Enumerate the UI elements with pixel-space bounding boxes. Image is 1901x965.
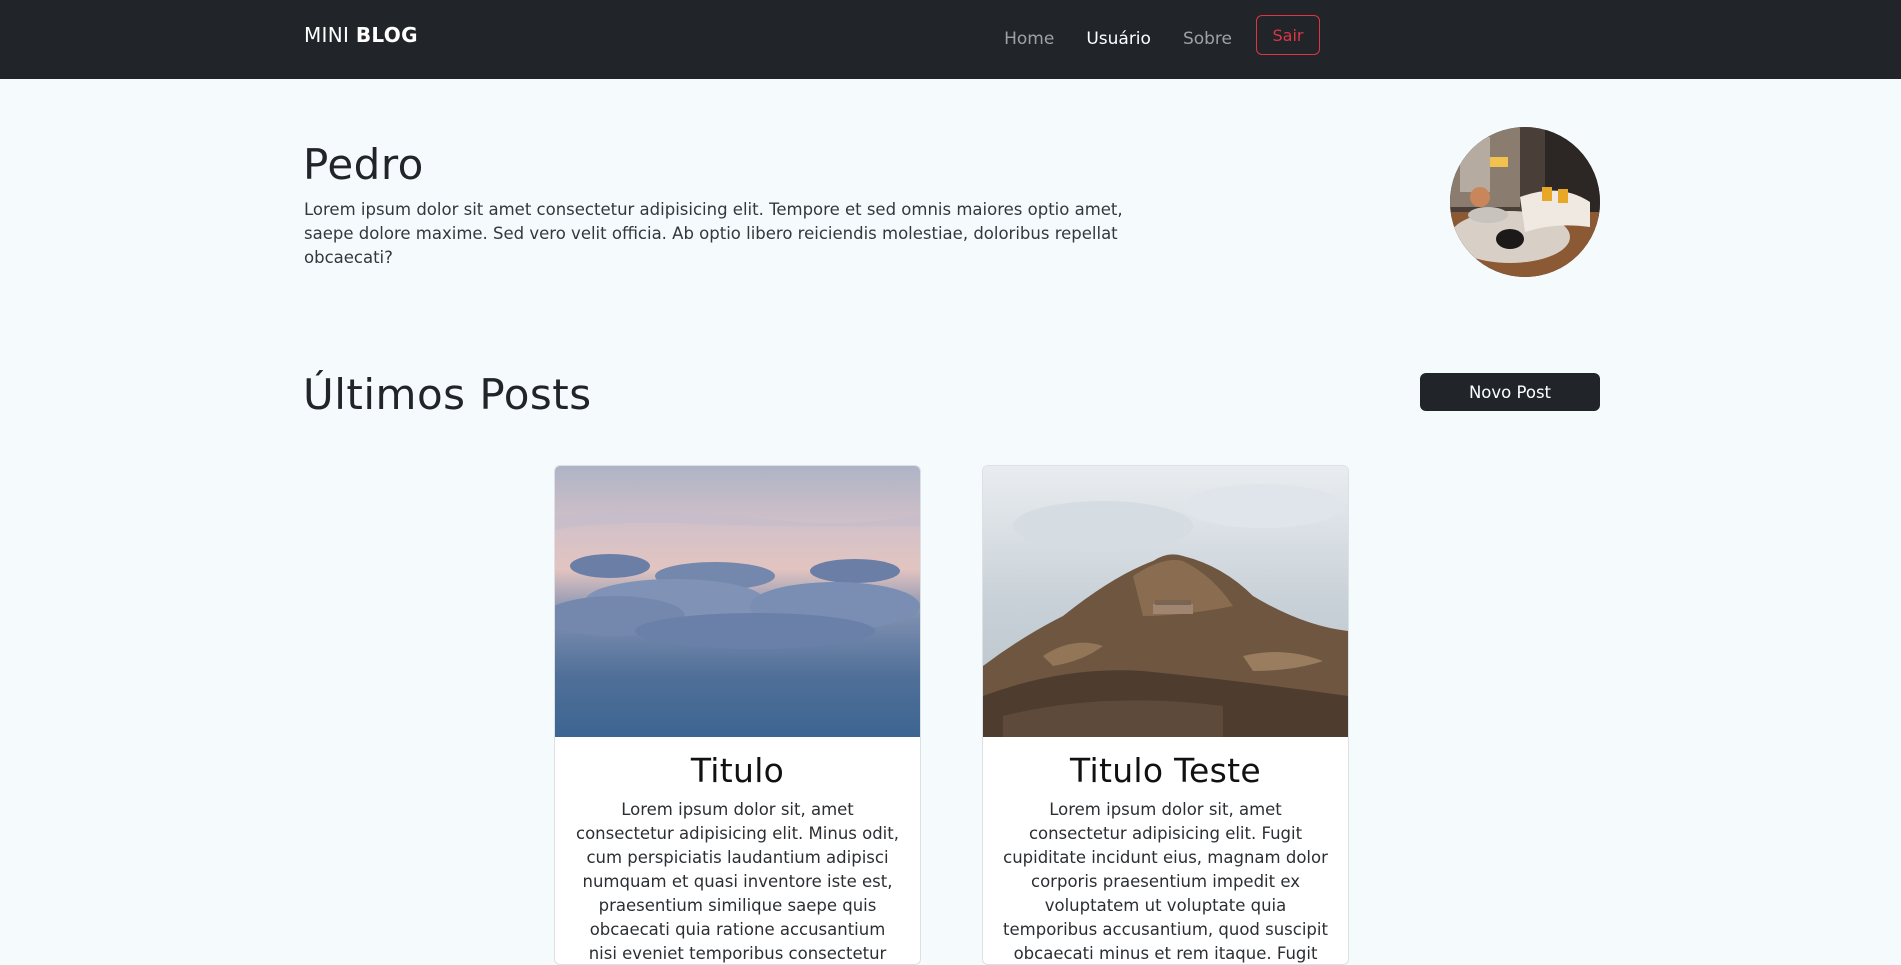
post-card-text: Lorem ipsum dolor sit, amet consectetur … [576, 800, 899, 963]
section-title: Últimos Posts [303, 370, 592, 419]
post-card[interactable]: Titulo Lorem ipsum dolor sit, amet conse… [554, 465, 921, 965]
post-card-text: Lorem ipsum dolor sit, amet consectetur … [1003, 800, 1328, 963]
avatar [1450, 127, 1600, 277]
post-card-title: Titulo Teste [1070, 751, 1261, 790]
nav-links: Home Usuário Sobre Sair [972, 15, 1320, 55]
post-card[interactable]: Titulo Teste Lorem ipsum dolor sit, amet… [982, 465, 1349, 965]
profile-name: Pedro [303, 140, 424, 189]
top-navbar: MINI BLOG Home Usuário Sobre Sair [0, 0, 1901, 79]
profile-bio: Lorem ipsum dolor sit amet consectetur a… [304, 200, 1123, 267]
nav-link-sobre[interactable]: Sobre [1183, 27, 1232, 51]
logout-button[interactable]: Sair [1256, 15, 1320, 55]
post-card-image [555, 466, 920, 737]
nav-link-usuario[interactable]: Usuário [1086, 27, 1151, 51]
new-post-button[interactable]: Novo Post [1420, 373, 1600, 411]
brand-text-light: MINI [304, 23, 350, 47]
brand-text-bold: BLOG [355, 23, 418, 47]
avatar-image [1450, 127, 1600, 277]
post-card-image [983, 466, 1348, 737]
post-card-title: Titulo [690, 751, 785, 790]
nav-link-home[interactable]: Home [1004, 27, 1054, 51]
brand-logo[interactable]: MINI BLOG [304, 23, 418, 47]
